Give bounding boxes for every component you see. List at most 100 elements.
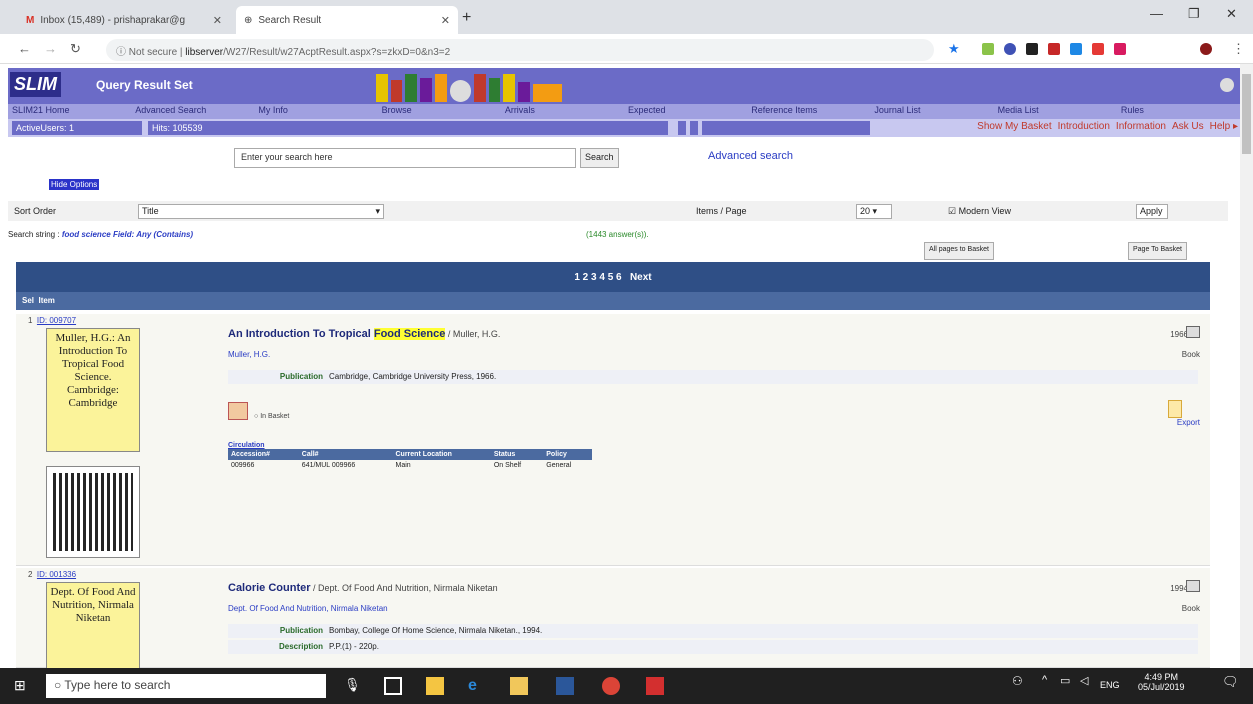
next-page-link[interactable]: Next <box>630 272 652 283</box>
author-link[interactable]: Muller, H.G. <box>228 350 270 359</box>
record-title[interactable]: Calorie Counter / Dept. Of Food And Nutr… <box>228 582 498 594</box>
reload-icon[interactable]: ↻ <box>70 41 81 57</box>
extension-icon[interactable] <box>1048 43 1060 55</box>
menu-rules[interactable]: Rules <box>1117 104 1240 119</box>
tray-chevron-icon[interactable]: ^ <box>1042 674 1047 686</box>
extension-icon[interactable] <box>1092 43 1104 55</box>
menu-home[interactable]: SLIM21 Home <box>8 104 131 119</box>
menu-my-info[interactable]: My Info <box>254 104 377 119</box>
circ-header: Status <box>490 449 544 460</box>
items-per-page-select[interactable]: 20 ▾ <box>856 204 892 219</box>
network-icon[interactable]: ▭ <box>1060 674 1070 687</box>
in-basket-checkbox[interactable]: ○ In Basket <box>254 413 289 420</box>
window-close-icon[interactable]: ✕ <box>1226 6 1237 22</box>
status-spacer <box>678 121 686 135</box>
star-icon[interactable]: ★ <box>948 41 960 57</box>
store-icon[interactable] <box>426 677 444 695</box>
title-author: / Muller, H.G. <box>445 329 501 339</box>
windows-start-icon[interactable]: ⊞ <box>14 677 32 695</box>
url-field[interactable]: ⓘ Not secure | libserver/W27/Result/w27A… <box>106 39 934 61</box>
show-basket-link[interactable]: Show My Basket <box>977 121 1051 132</box>
page-to-basket-button[interactable]: Page To Basket <box>1128 242 1187 260</box>
minimize-icon[interactable]: — <box>1150 6 1163 21</box>
volume-icon[interactable]: ◁ <box>1080 674 1088 687</box>
books-banner-image <box>376 70 563 102</box>
menu-journal-list[interactable]: Journal List <box>870 104 993 119</box>
notification-icon[interactable]: 🗨 <box>1222 674 1239 690</box>
extension-icon[interactable] <box>1114 43 1126 55</box>
language-indicator[interactable]: ENG <box>1100 680 1120 690</box>
table-row: 009966 641/MUL 009966 Main On Shelf Gene… <box>228 460 592 471</box>
menu-arrivals[interactable]: Arrivals <box>501 104 624 119</box>
information-link[interactable]: Information <box>1116 121 1166 132</box>
export-icon[interactable] <box>1168 400 1182 418</box>
author-link[interactable]: Dept. Of Food And Nutrition, Nirmala Nik… <box>228 604 388 613</box>
advanced-search-link[interactable]: Advanced search <box>708 150 793 162</box>
publication-value: Bombay, College Of Home Science, Nirmala… <box>329 626 543 635</box>
page-scrollbar[interactable] <box>1240 64 1253 668</box>
basket-icon[interactable] <box>228 402 248 420</box>
ask-us-link[interactable]: Ask Us <box>1172 121 1204 132</box>
export-link[interactable]: Export <box>1177 418 1200 427</box>
record-title[interactable]: An Introduction To Tropical Food Science… <box>228 328 500 340</box>
acrobat-icon[interactable] <box>646 677 664 695</box>
maximize-icon[interactable]: ❐ <box>1188 6 1200 22</box>
introduction-link[interactable]: Introduction <box>1058 121 1110 132</box>
page-numbers[interactable]: 1 2 3 4 5 6 <box>574 272 621 283</box>
circ-cell: Main <box>395 462 411 469</box>
menu-icon[interactable]: ⋮ <box>1232 41 1245 57</box>
chrome-taskbar-icon[interactable] <box>602 677 620 695</box>
hide-options-link[interactable]: Hide Options <box>49 179 100 190</box>
file-explorer-icon[interactable] <box>510 677 528 695</box>
status-spacer <box>702 121 870 135</box>
menu-expected[interactable]: Expected <box>624 104 747 119</box>
people-icon[interactable]: ⚇ <box>1012 674 1023 688</box>
apply-button[interactable]: Apply <box>1136 204 1168 219</box>
profile-avatar[interactable] <box>1200 43 1212 55</box>
tab-search-result[interactable]: ⊕ Search Result ✕ <box>236 6 458 34</box>
search-input[interactable]: Enter your search here <box>234 148 576 168</box>
scrollbar-thumb[interactable] <box>1242 74 1251 154</box>
task-view-icon[interactable] <box>384 677 402 695</box>
help-link[interactable]: Help ▸ <box>1210 121 1238 132</box>
web-page: SLIM Query Result Set SLIM21 Home Advanc… <box>0 64 1240 668</box>
menu-media-list[interactable]: Media List <box>994 104 1117 119</box>
close-icon[interactable]: ✕ <box>213 14 222 27</box>
title-text: An Introduction To Tropical <box>228 328 374 340</box>
taskbar-search-input[interactable]: ○ Type here to search <box>46 674 326 698</box>
new-tab-icon[interactable]: + <box>462 9 471 27</box>
circ-header: Accession# <box>228 449 299 460</box>
extension-icon[interactable] <box>1070 43 1082 55</box>
windows-taskbar: ⊞ ○ Type here to search 🎙 e ⚇ ^ ▭ ◁ ENG … <box>0 668 1253 704</box>
circulation-title[interactable]: Circulation <box>228 442 592 449</box>
microphone-icon[interactable]: 🎙 <box>344 677 362 695</box>
extension-icon[interactable] <box>1026 43 1038 55</box>
search-button[interactable]: Search <box>580 148 619 168</box>
extension-icon[interactable] <box>1004 43 1016 55</box>
record-number: 1 ID: 009707 <box>28 316 76 325</box>
qr-code <box>46 466 140 558</box>
record-id-link[interactable]: ID: 009707 <box>37 316 76 325</box>
forward-icon[interactable]: → <box>44 41 57 56</box>
circulation-table: Circulation Accession# Call# Current Loc… <box>228 442 592 471</box>
close-icon[interactable]: ✕ <box>441 14 450 27</box>
menu-reference-items[interactable]: Reference Items <box>747 104 870 119</box>
menu-browse[interactable]: Browse <box>378 104 501 119</box>
search-string-label: Search string : <box>8 230 62 239</box>
circ-cell: 009966 <box>231 462 255 469</box>
clock[interactable]: 4:49 PM 05/Jul/2019 <box>1138 672 1185 692</box>
modern-view-checkbox[interactable]: ☑ Modern View <box>948 206 1011 217</box>
record-id-link[interactable]: ID: 001336 <box>37 570 76 579</box>
sort-order-select[interactable]: Title ▾ <box>138 204 384 219</box>
extension-icon[interactable] <box>982 43 994 55</box>
all-pages-to-basket-button[interactable]: All pages to Basket <box>924 242 994 260</box>
title-author: / Dept. Of Food And Nutrition, Nirmala N… <box>310 583 498 593</box>
circ-cell: On Shelf <box>493 462 522 469</box>
menu-advanced-search[interactable]: Advanced Search <box>131 104 254 119</box>
edge-icon[interactable]: e <box>468 677 486 695</box>
back-icon[interactable]: ← <box>18 41 31 56</box>
search-string: Search string : food science Field: Any … <box>8 230 193 239</box>
title-highlight: Food Science <box>373 328 446 340</box>
tab-gmail[interactable]: M Inbox (15,489) - prishaprakar@g ✕ <box>18 6 230 34</box>
word-icon[interactable] <box>556 677 574 695</box>
